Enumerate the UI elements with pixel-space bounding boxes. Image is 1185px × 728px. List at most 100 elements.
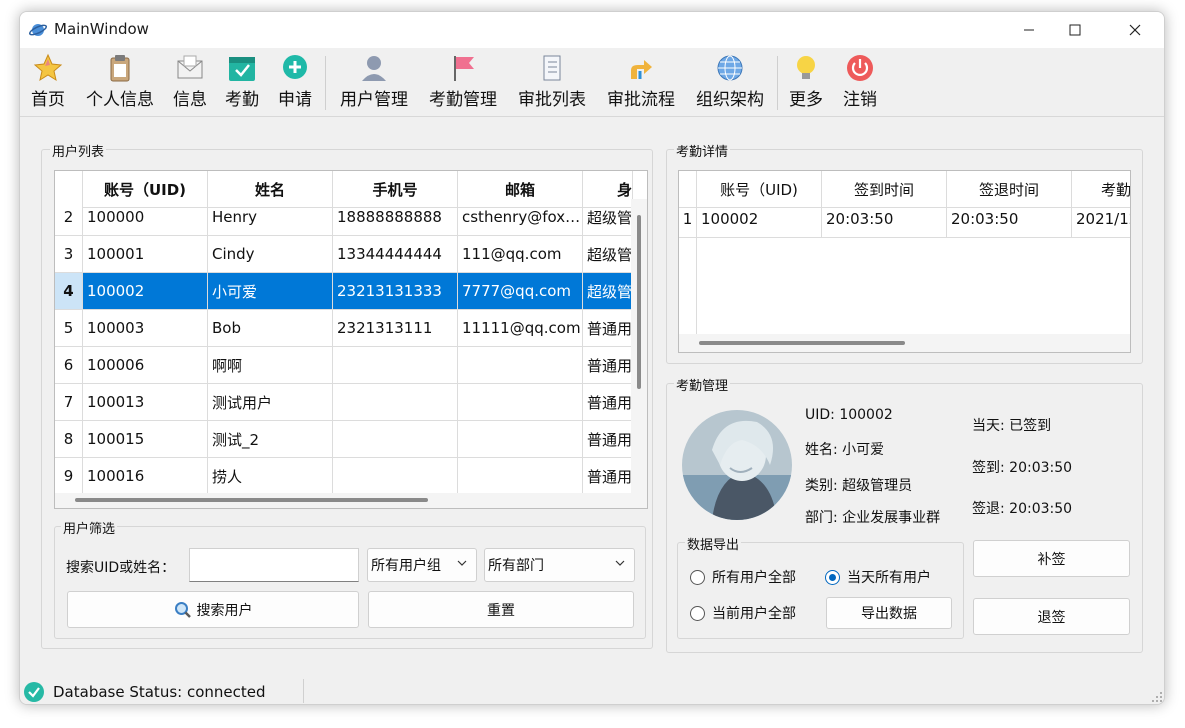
checkin-cell[interactable]: 20:03:50	[822, 201, 947, 238]
makeup-checkin-button[interactable]: 补签	[973, 540, 1130, 577]
avatar	[682, 410, 792, 520]
radio-current-user[interactable]: 当前用户全部	[690, 603, 796, 623]
toolbar-user-manage-button[interactable]: 用户管理	[336, 52, 412, 114]
uid-cell[interactable]: 100006	[83, 347, 208, 384]
table-row[interactable]: 9 100016 捞人 普通用	[55, 458, 633, 495]
user-table[interactable]: 账号（UID) 姓名 手机号 邮箱 身 2 100000 Henry 18888…	[54, 170, 648, 509]
horizontal-scrollbar[interactable]	[679, 334, 1130, 352]
uid-cell[interactable]: 100002	[697, 201, 822, 238]
checkout-button[interactable]: 退签	[973, 598, 1130, 635]
uid-cell[interactable]: 100013	[83, 384, 208, 421]
scrollbar-thumb[interactable]	[699, 341, 905, 345]
scrollbar-thumb[interactable]	[637, 215, 641, 389]
toolbar-message-button[interactable]: 信息	[170, 52, 210, 114]
table-row[interactable]: 8 100015 测试_2 普通用	[55, 421, 633, 458]
toolbar-org-button[interactable]: 组织架构	[692, 52, 768, 114]
phone-cell[interactable]: 13344444444	[333, 236, 458, 273]
radio-today-all[interactable]: 当天所有用户	[825, 567, 931, 587]
user-group-value: 所有用户组	[371, 558, 441, 574]
toolbar-attendance-manage-button[interactable]: 考勤管理	[425, 52, 501, 114]
radio-label: 所有用户全部	[712, 570, 796, 586]
type-cell[interactable]: 普通用	[583, 458, 633, 495]
table-row-selected[interactable]: 4 100002 小可爱 23213131333 7777@qq.com 超级管	[55, 273, 633, 310]
email-cell[interactable]	[458, 347, 583, 384]
phone-cell[interactable]	[333, 347, 458, 384]
table-row[interactable]: 2 100000 Henry 18888888888 csthenry@fox……	[55, 199, 633, 236]
name-cell[interactable]: 测试_2	[208, 421, 333, 458]
table-row[interactable]: 7 100013 测试用户 普通用	[55, 384, 633, 421]
phone-cell[interactable]	[333, 421, 458, 458]
uid-cell[interactable]: 100002	[83, 273, 208, 310]
department-select[interactable]: 所有部门	[484, 548, 635, 582]
close-button[interactable]	[1112, 12, 1158, 48]
toolbar-approval-flow-button[interactable]: 审批流程	[603, 52, 679, 114]
type-cell[interactable]: 超级管	[583, 273, 633, 310]
user-group-select[interactable]: 所有用户组	[367, 548, 477, 582]
export-data-button[interactable]: 导出数据	[826, 597, 952, 629]
phone-cell[interactable]	[333, 384, 458, 421]
minimize-button[interactable]	[1006, 12, 1052, 48]
toolbar-approval-list-button[interactable]: 审批列表	[514, 52, 590, 114]
attendance-manage-title: 考勤管理	[674, 375, 731, 394]
toolbar-apply-button[interactable]: 申请	[275, 52, 315, 114]
name-cell[interactable]: 啊啊	[208, 347, 333, 384]
uid-cell[interactable]: 100001	[83, 236, 208, 273]
phone-cell[interactable]: 2321313111	[333, 310, 458, 347]
filter-title: 用户筛选	[61, 518, 118, 537]
toolbar-home-button[interactable]: 首页	[28, 52, 68, 114]
table-row[interactable]: 3 100001 Cindy 13344444444 111@qq.com 超级…	[55, 236, 633, 273]
toolbar-logout-button[interactable]: 注销	[840, 52, 880, 114]
toolbar-attendance-button[interactable]: 考勤	[222, 52, 262, 114]
phone-cell[interactable]: 18888888888	[333, 199, 458, 236]
checkout-cell[interactable]: 20:03:50	[947, 201, 1072, 238]
attendance-detail-title: 考勤详情	[674, 141, 731, 160]
phone-cell[interactable]	[333, 458, 458, 495]
table-row[interactable]: 6 100006 啊啊 普通用	[55, 347, 633, 384]
uid-cell[interactable]: 100000	[83, 199, 208, 236]
type-cell[interactable]: 普通用	[583, 310, 633, 347]
scrollbar-thumb[interactable]	[75, 498, 428, 502]
table-row[interactable]: 1 100002 20:03:50 20:03:50 2021/12	[679, 201, 1130, 238]
minimize-icon	[1024, 29, 1034, 31]
email-cell[interactable]: csthenry@fox…	[458, 199, 583, 236]
radio-indicator	[690, 569, 705, 585]
radio-all-users[interactable]: 所有用户全部	[690, 567, 796, 587]
email-cell[interactable]	[458, 458, 583, 495]
attendance-table[interactable]: 账号（UID) 签到时间 签退时间 考勤 1 100002 20:03:50 2…	[678, 170, 1131, 353]
name-cell[interactable]: Cindy	[208, 236, 333, 273]
toolbar-profile-button[interactable]: 个人信息	[80, 52, 160, 114]
name-cell[interactable]: 小可爱	[208, 273, 333, 310]
uid-cell[interactable]: 100016	[83, 458, 208, 495]
email-cell[interactable]: 11111@qq.com	[458, 310, 583, 347]
phone-cell[interactable]: 23213131333	[333, 273, 458, 310]
search-input[interactable]	[189, 548, 359, 582]
database-status-text: Database Status: connected	[53, 683, 266, 701]
date-cell[interactable]: 2021/12	[1072, 201, 1130, 238]
email-cell[interactable]: 7777@qq.com	[458, 273, 583, 310]
toolbar-more-button[interactable]: 更多	[786, 52, 826, 114]
reset-button[interactable]: 重置	[368, 591, 634, 628]
vertical-scrollbar[interactable]	[631, 199, 647, 493]
type-cell[interactable]: 超级管	[583, 199, 633, 236]
name-cell[interactable]: 捞人	[208, 458, 333, 495]
type-cell[interactable]: 超级管	[583, 236, 633, 273]
resize-grip-icon[interactable]	[1151, 691, 1163, 703]
search-icon	[174, 601, 191, 618]
search-user-button[interactable]: 搜索用户	[67, 591, 359, 628]
email-cell[interactable]	[458, 421, 583, 458]
type-cell[interactable]: 普通用	[583, 421, 633, 458]
globe-icon	[717, 55, 743, 81]
uid-cell[interactable]: 100003	[83, 310, 208, 347]
email-cell[interactable]	[458, 384, 583, 421]
table-row[interactable]: 5 100003 Bob 2321313111 11111@qq.com 普通用	[55, 310, 633, 347]
uid-cell[interactable]: 100015	[83, 421, 208, 458]
horizontal-scrollbar[interactable]	[55, 493, 647, 508]
name-cell[interactable]: Bob	[208, 310, 333, 347]
type-cell[interactable]: 普通用	[583, 384, 633, 421]
maximize-button[interactable]	[1052, 12, 1098, 48]
name-cell[interactable]: Henry	[208, 199, 333, 236]
email-cell[interactable]: 111@qq.com	[458, 236, 583, 273]
type-cell[interactable]: 普通用	[583, 347, 633, 384]
name-cell[interactable]: 测试用户	[208, 384, 333, 421]
info-today-status: 当天: 已签到	[972, 418, 1052, 434]
